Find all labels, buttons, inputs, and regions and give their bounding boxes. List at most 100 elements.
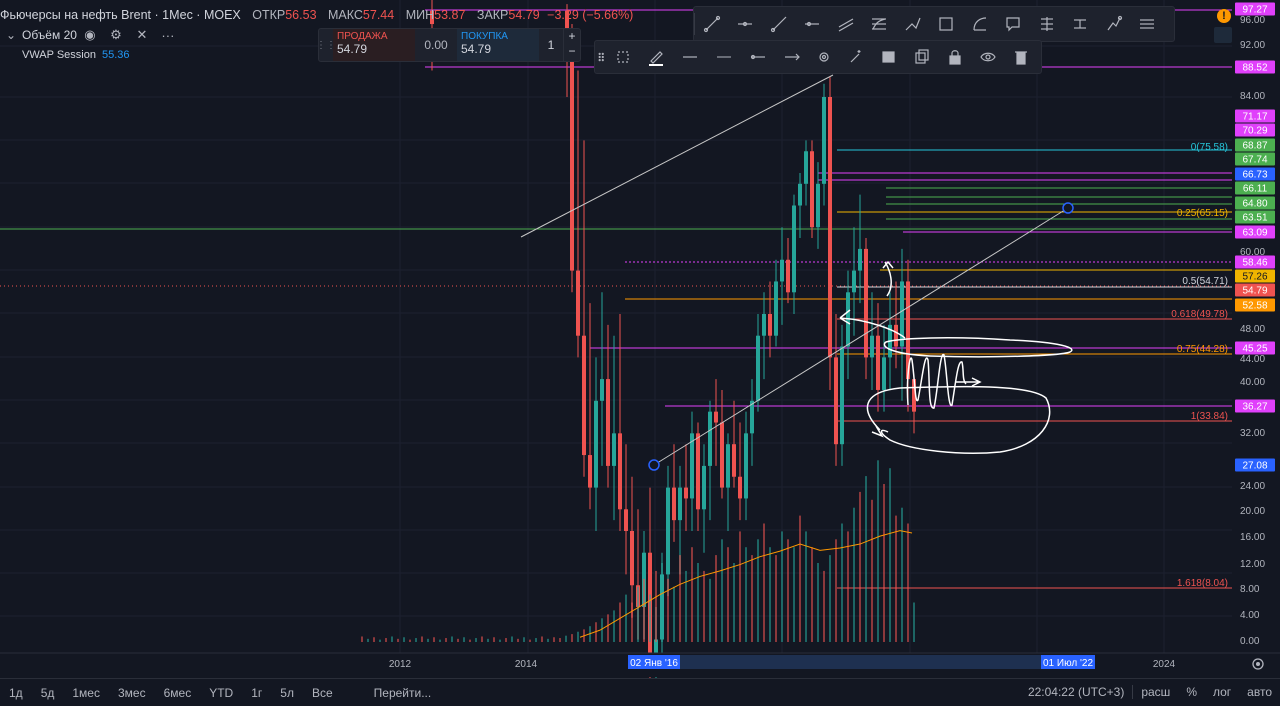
close-icon[interactable]: ✕ — [129, 27, 155, 43]
symbol-title[interactable]: Фьючерсы на нефть Brent · 1Мес · MOEX — [0, 8, 241, 22]
quantity-stepper[interactable]: + − — [563, 29, 580, 61]
grip-icon[interactable]: ⋮⋮ — [316, 29, 336, 61]
horizontal-ray-icon[interactable] — [796, 7, 830, 41]
date-range-icon[interactable] — [1064, 7, 1098, 41]
brush-icon[interactable] — [896, 7, 930, 41]
period-7[interactable]: 5л — [271, 686, 303, 700]
volume-bar — [445, 638, 447, 642]
price-badge: 88.52 — [1235, 60, 1275, 74]
select-icon[interactable] — [609, 41, 639, 73]
line-arrow-icon[interactable] — [775, 41, 809, 73]
symbol-square-icon[interactable] — [1214, 27, 1232, 43]
candle-body — [828, 97, 832, 358]
close-value: 54.79 — [508, 8, 540, 22]
svg-text:66.11: 66.11 — [1243, 184, 1268, 195]
volume-bar — [499, 639, 501, 642]
gear-icon[interactable]: ⚙ — [103, 27, 129, 43]
period-0[interactable]: 1д — [0, 686, 32, 700]
volume-bar — [631, 602, 633, 642]
line-end-icon[interactable] — [741, 41, 775, 73]
line-width-icon[interactable] — [707, 41, 741, 73]
volume-bar — [859, 491, 861, 642]
sell-button[interactable]: ПРОДАЖА 54.79 — [333, 29, 415, 61]
volume-indicator-label[interactable]: Объём 20 — [22, 28, 77, 42]
volume-bar — [637, 586, 639, 642]
minus-button[interactable]: − — [564, 44, 580, 59]
path-icon[interactable] — [1097, 7, 1131, 41]
scale-option[interactable]: авто — [1239, 685, 1280, 699]
trend-line-handle[interactable] — [648, 459, 660, 471]
callout-icon[interactable] — [997, 7, 1031, 41]
plus-button[interactable]: + — [564, 29, 580, 44]
period-1[interactable]: 5д — [32, 686, 64, 700]
gann-fan-icon[interactable] — [1030, 7, 1064, 41]
fill-icon[interactable] — [872, 41, 905, 73]
svg-text:52.58: 52.58 — [1242, 301, 1267, 312]
candle-body — [816, 183, 820, 228]
period-5[interactable]: YTD — [200, 686, 242, 700]
period-2[interactable]: 1мес — [63, 686, 109, 700]
quantity-input[interactable]: 1 — [539, 29, 563, 61]
price-badge: 66.73 — [1235, 167, 1275, 181]
price-badge: 52.58 — [1235, 298, 1275, 312]
vwap-label[interactable]: VWAP Session — [22, 49, 96, 61]
parallel-channel-icon[interactable] — [829, 7, 863, 41]
goto-button[interactable]: Перейти... — [368, 686, 438, 700]
candle-body — [612, 433, 616, 466]
chart-canvas[interactable]: 0(75.58) 0.25(65.15) 0.5(54.71) 0.618(49.78… — [0, 0, 1280, 705]
line-style-icon[interactable] — [673, 41, 707, 73]
grip-icon[interactable] — [595, 41, 609, 73]
fib-level-label: 1.618(8.04) — [1177, 578, 1228, 589]
trend-line-handle[interactable] — [1062, 202, 1074, 214]
volume-bar — [559, 638, 561, 642]
gear-icon[interactable] — [809, 41, 839, 73]
scale-option[interactable]: расш — [1133, 685, 1178, 699]
svg-text:57.26: 57.26 — [1242, 272, 1267, 283]
trend-line-icon[interactable] — [695, 7, 729, 41]
period-6[interactable]: 1г — [242, 686, 271, 700]
volume-bar — [385, 638, 387, 642]
trash-icon[interactable] — [1004, 41, 1037, 73]
period-8[interactable]: Все — [303, 686, 342, 700]
price-badge: 58.46 — [1235, 255, 1275, 269]
price-badge: 97.27 — [1235, 2, 1275, 16]
trend-line-lower[interactable] — [653, 207, 1069, 466]
svg-text:88.52: 88.52 — [1242, 63, 1267, 74]
candle-body — [714, 411, 718, 423]
lock-icon[interactable] — [938, 41, 971, 73]
price-tick-label: 0.00 — [1240, 636, 1260, 647]
pencil-color-icon[interactable] — [639, 41, 673, 73]
settings-lines-icon[interactable] — [1131, 7, 1165, 41]
price-badge: 70.29 — [1235, 123, 1275, 137]
ray-icon[interactable] — [762, 7, 796, 41]
eye-icon[interactable]: ◉ — [77, 27, 103, 43]
price-badge: 36.27 — [1235, 399, 1275, 413]
scale-option[interactable]: % — [1178, 685, 1205, 699]
change-value: −3.29 (−5.66%) — [547, 8, 634, 22]
volume-bar — [805, 531, 807, 642]
volume-bar — [841, 523, 843, 642]
scale-option[interactable]: лог — [1205, 685, 1239, 699]
clone-icon[interactable] — [905, 41, 938, 73]
period-3[interactable]: 3мес — [109, 686, 155, 700]
more-icon[interactable]: ··· — [155, 28, 181, 43]
chevron-down-icon[interactable]: ⌄ — [0, 28, 22, 42]
trend-line-upper[interactable] — [520, 74, 834, 238]
eye-icon[interactable] — [971, 41, 1004, 73]
price-badge: 54.79 — [1235, 283, 1275, 297]
clock[interactable]: 22:04:22 (UTC+3) — [1020, 685, 1132, 699]
magic-icon[interactable] — [839, 41, 872, 73]
bottom-bar: 1д 5д 1мес 3мес 6мес YTD 1г 5л Все Перейти... 22… — [0, 678, 1280, 706]
low-label: МИН — [405, 8, 435, 22]
settings-gear-icon[interactable] — [1252, 658, 1264, 670]
horizontal-line-icon[interactable] — [729, 7, 763, 41]
fib-level-label: 1(33.84) — [1191, 411, 1228, 422]
fib-retracement-icon[interactable] — [863, 7, 897, 41]
buy-button[interactable]: ПОКУПКА 54.79 — [457, 29, 539, 61]
volume-bar — [643, 578, 645, 642]
svg-text:71.17: 71.17 — [1242, 112, 1267, 123]
warning-icon[interactable]: ! — [1217, 9, 1231, 23]
period-4[interactable]: 6мес — [155, 686, 201, 700]
arc-icon[interactable] — [963, 7, 997, 41]
rectangle-icon[interactable] — [930, 7, 964, 41]
